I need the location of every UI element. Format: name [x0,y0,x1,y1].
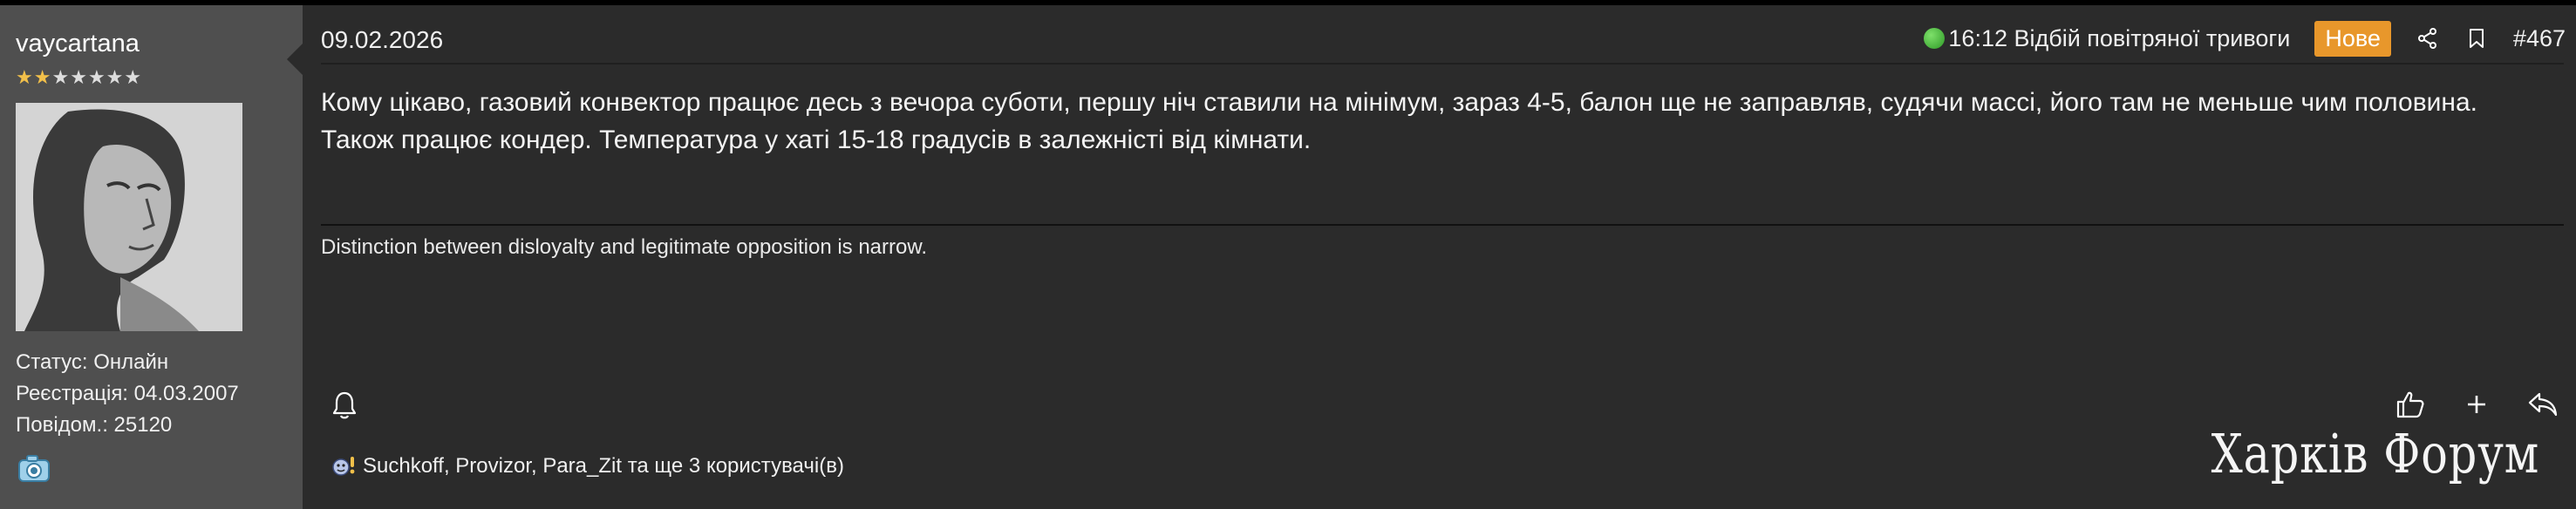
user-sidebar: vaycartana ★ ★ ★ ★ ★ ★ ★ Статус: Онлайн Реєстр… [0,5,303,509]
forum-logo-text: Харків Форум [2211,422,2539,485]
reactions-users-text: Suchkoff, Provizor, Para_Zit та ще 3 кор… [363,454,844,478]
top-border [0,0,2576,5]
post-body-line: Також працює кондер. Температура у хаті … [321,126,1312,154]
star-empty-icon: ★ [106,66,124,88]
post-date[interactable]: 09.02.2026 [321,26,443,54]
post-body-line: Кому цікаво, газовий конвектор працює де… [321,88,2477,117]
reply-icon[interactable] [2527,389,2559,420]
star-filled-icon: ★ [33,66,51,88]
air-alert-status[interactable]: 16:12 Відбій повітряної тривоги [1924,25,2290,52]
star-empty-icon: ★ [51,66,70,88]
plus-icon[interactable] [2461,389,2492,420]
reactions-summary[interactable]: Suchkoff, Provizor, Para_Zit та ще 3 кор… [331,454,844,478]
user-post-count: Повідом.: 25120 [16,413,173,437]
post-actions [2395,389,2559,420]
signature-divider [321,224,2564,226]
star-filled-icon: ★ [16,66,33,88]
bookmark-icon[interactable] [2464,26,2489,51]
avatar[interactable] [16,103,242,331]
post-header-actions: 16:12 Відбій повітряної тривоги Нове #46… [1924,20,2566,57]
post-body: Кому цікаво, газовий конвектор працює де… [321,84,2564,159]
sidebar-pointer [287,44,303,75]
user-rating-stars: ★ ★ ★ ★ ★ ★ ★ [16,68,141,87]
new-badge: Нове [2314,20,2391,57]
star-empty-icon: ★ [87,66,106,88]
bell-icon[interactable] [331,390,358,420]
header-divider [321,63,2564,64]
green-circle-icon [1924,28,1946,49]
thumbs-up-icon[interactable] [2395,389,2426,420]
share-icon[interactable] [2416,26,2440,51]
user-registration: Реєстрація: 04.03.2007 [16,382,239,405]
post-number-link[interactable]: #467 [2513,25,2566,52]
user-status: Статус: Онлайн [16,350,169,374]
camera-badge-icon[interactable] [16,453,52,485]
star-empty-icon: ★ [70,66,87,88]
star-empty-icon: ★ [124,66,142,88]
portrait-avatar-image [16,103,242,331]
air-alert-text: 16:12 Відбій повітряної тривоги [1948,24,2291,51]
user-signature: Distinction between disloyalty and legit… [321,235,928,259]
username-link[interactable]: vaycartana [16,30,140,58]
reaction-emoji-icon [331,455,358,478]
